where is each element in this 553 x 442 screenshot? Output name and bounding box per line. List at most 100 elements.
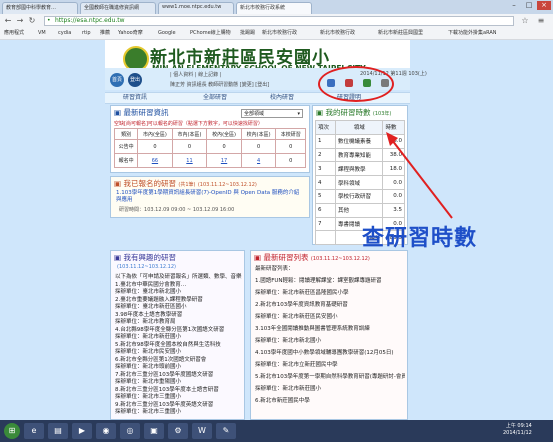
list-item[interactable]: 6.新北市新莊國民中學	[255, 396, 405, 404]
table-cell: 數位機議素養	[334, 133, 384, 149]
home-button[interactable]: 首頁	[110, 73, 124, 87]
user-info: 陳正芳 資訊組長 教師研習動態 [變更] [登出]	[170, 82, 270, 88]
latest-panel: ▣ 最新研習資訊 全部領域 ▾ 空缺[尚可報名]可以報名的研習（點選下方數字，可以…	[110, 105, 310, 173]
bookmark-item[interactable]: PChome線上購物	[190, 29, 231, 38]
bookmark-item[interactable]: cydia	[58, 29, 71, 38]
table-cell[interactable]: 0	[206, 139, 242, 154]
list-item[interactable]: 採辦單位：新北市新莊區昌隆國民小學	[255, 288, 405, 296]
browser-tab[interactable]: 教育部國中科學教育…	[2, 2, 78, 14]
bookmark-item[interactable]: 新北市校務行政	[262, 29, 297, 38]
firefox-icon[interactable]: ◎	[120, 423, 140, 439]
registered-title: ▣ 我已報名的研習 (共1筆) (103.11.12~103.12.12)	[114, 179, 257, 188]
address-bar-row: ← → ↻ • https://esa.ntpc.edu.tw ☆ ≡	[0, 14, 553, 29]
bookmark-item[interactable]: 下載功能外掛集aRAN	[448, 29, 497, 38]
recent-title: ▣ 最新研習列表 (103.11.12~103.12.12)	[254, 253, 370, 262]
table-cell[interactable]: 0	[275, 139, 306, 154]
table-row: 公告中 0 0 0 0 0	[113, 139, 306, 154]
table-cell	[315, 230, 336, 246]
table-header: 類別	[113, 128, 139, 140]
menu-item-school[interactable]: 校內研習	[270, 94, 294, 102]
table-cell: 4	[315, 175, 336, 190]
back-icon[interactable]: ←	[3, 16, 13, 26]
table-cell: 報名中	[113, 153, 139, 168]
taskbar: ⊞ e ▤ ▶ ◉ ◎ ▣ ⚙ W ✎	[0, 420, 553, 442]
bookmark-item[interactable]: 新北市校務行政	[320, 29, 355, 38]
paint-icon[interactable]: ✎	[216, 423, 236, 439]
taskbar-clock[interactable]: 上午 09:14 2014/11/12	[503, 423, 532, 437]
url-input[interactable]: • https://esa.ntpc.edu.tw	[44, 16, 514, 26]
table-cell: 學校行政研習	[334, 188, 384, 204]
list-item[interactable]: 4.103學年度國中小數學領域輔導團教學研習(12月05日)	[255, 348, 405, 356]
table-cell[interactable]: 0	[275, 153, 306, 168]
table-header: 校內(本區)	[240, 128, 277, 140]
menu-item-all[interactable]: 全部研習	[203, 94, 227, 102]
bookmark-item[interactable]: Google	[158, 29, 176, 38]
table-cell: 學科領域	[334, 175, 384, 190]
reload-icon[interactable]: ↻	[27, 16, 37, 26]
chevron-down-icon: ▾	[297, 111, 300, 117]
list-item[interactable]: 採辦單位：新北市新北國小	[255, 336, 405, 344]
start-button[interactable]: ⊞	[4, 423, 20, 439]
table-header: 市內(本區)	[171, 128, 208, 140]
folder-icon[interactable]: ▤	[48, 423, 68, 439]
url-text: https://esa.ntpc.edu.tw	[55, 17, 125, 24]
bookmark-item[interactable]: 新北市新莊區興國里	[378, 29, 423, 38]
table-header: 領域	[334, 120, 384, 135]
stats-table: 類別 市內(全區) 市內(本區) 校內(全區) 校內(本區) 本校研習 公告中 …	[113, 128, 306, 168]
latest-title: ▣ 最新研習資訊	[114, 108, 169, 117]
table-cell: 5	[315, 188, 336, 204]
hours-title: ▣ 我的研習時數 (103年)	[316, 108, 392, 117]
registered-time: 研習時間：103.12.09 09:00 ~ 103.12.09 16:00	[119, 207, 235, 213]
browser-tab[interactable]: www1.moe.ntpc.edu.tw	[158, 2, 234, 14]
word-icon[interactable]: W	[192, 423, 212, 439]
table-cell[interactable]: 0	[240, 139, 277, 154]
bookmark-item[interactable]: 應用程式	[4, 29, 24, 38]
minimize-icon[interactable]: –	[507, 1, 521, 10]
table-cell[interactable]: 66	[137, 153, 173, 168]
latest-legend: 空缺[尚可報名]可以報名的研習（點選下方數字，可以快速找研習）	[114, 121, 263, 127]
bookmark-item[interactable]: rtip	[82, 29, 91, 38]
bookmark-item[interactable]: VM	[38, 29, 46, 38]
registered-panel: ▣ 我已報名的研習 (共1筆) (103.11.12~103.12.12) 1.…	[110, 176, 310, 218]
recent-panel: ▣ 最新研習列表 (103.11.12~103.12.12) 最新研習列表： 1.…	[250, 250, 408, 420]
close-icon[interactable]: ×	[537, 1, 551, 10]
bookmark-item[interactable]: Yahoo奇摩	[118, 29, 143, 38]
list-item[interactable]: 採辦單位：新北市新莊區民安國小	[255, 312, 405, 320]
browser-tab[interactable]: 全國教師在職進修資訊網	[80, 2, 156, 14]
list-item[interactable]: 2.新北市103學年度資訊教育基礎研習	[255, 300, 405, 308]
bookmark-item[interactable]: 推薦	[100, 29, 110, 38]
chrome-icon[interactable]: ◉	[96, 423, 116, 439]
star-icon[interactable]: ☆	[520, 16, 530, 26]
menu-item-info[interactable]: 研習資訊	[123, 94, 147, 102]
table-cell[interactable]: 11	[171, 153, 208, 168]
interested-title: ▣ 我有興趣的研習	[114, 253, 176, 262]
list-item[interactable]: 1.國語FUN輕鬆：閱讀理解課堂：課室觀課專題研習	[255, 276, 405, 284]
app-icon[interactable]: ▣	[144, 423, 164, 439]
registered-item-link[interactable]: 1.103學年度第1學期資訊組長研習(7)-OpenID 與 Open Data…	[116, 190, 304, 204]
bookmark-item[interactable]: 批踢踢	[240, 29, 255, 38]
list-item[interactable]: 採辦單位：新北市新莊國小	[255, 384, 405, 392]
list-item[interactable]: 採辦單位：新北市三重國小	[115, 407, 243, 415]
table-cell[interactable]: 4	[240, 153, 277, 168]
table-header: 市內(全區)	[137, 128, 173, 140]
browser-tab-bar: 教育部國中科學教育… 全國教師在職進修資訊網 www1.moe.ntpc.edu…	[0, 0, 553, 14]
table-cell[interactable]: 0	[137, 139, 173, 154]
table-cell: 公告中	[113, 139, 139, 154]
list-item[interactable]: 最新研習列表：	[255, 264, 405, 272]
table-cell[interactable]: 17	[206, 153, 242, 168]
list-item[interactable]: 採辦單位：新北市立新莊國民中學	[255, 360, 405, 368]
field-dropdown[interactable]: 全部領域 ▾	[241, 109, 303, 118]
gear-icon[interactable]: ⚙	[168, 423, 188, 439]
list-item[interactable]: 3.103年全國閱讀推動與圖書管理系統教育訓練	[255, 324, 405, 332]
top-nav-links[interactable]: | 個人資料 | 線上記錄 |	[170, 71, 221, 78]
table-cell: 2	[315, 147, 336, 163]
media-icon[interactable]: ▶	[72, 423, 92, 439]
logout-button[interactable]: 登出	[128, 73, 142, 87]
browser-tab-active[interactable]: 新北市校務行政系統	[236, 2, 312, 14]
maximize-icon[interactable]: □	[522, 1, 536, 10]
menu-icon[interactable]: ≡	[536, 16, 546, 26]
list-item[interactable]: 5.新北市103學年度第一學期自然科學教育研習(專題研討-會員參加)	[255, 372, 405, 380]
ie-icon[interactable]: e	[24, 423, 44, 439]
forward-icon[interactable]: →	[15, 16, 25, 26]
table-cell[interactable]: 0	[171, 139, 208, 154]
